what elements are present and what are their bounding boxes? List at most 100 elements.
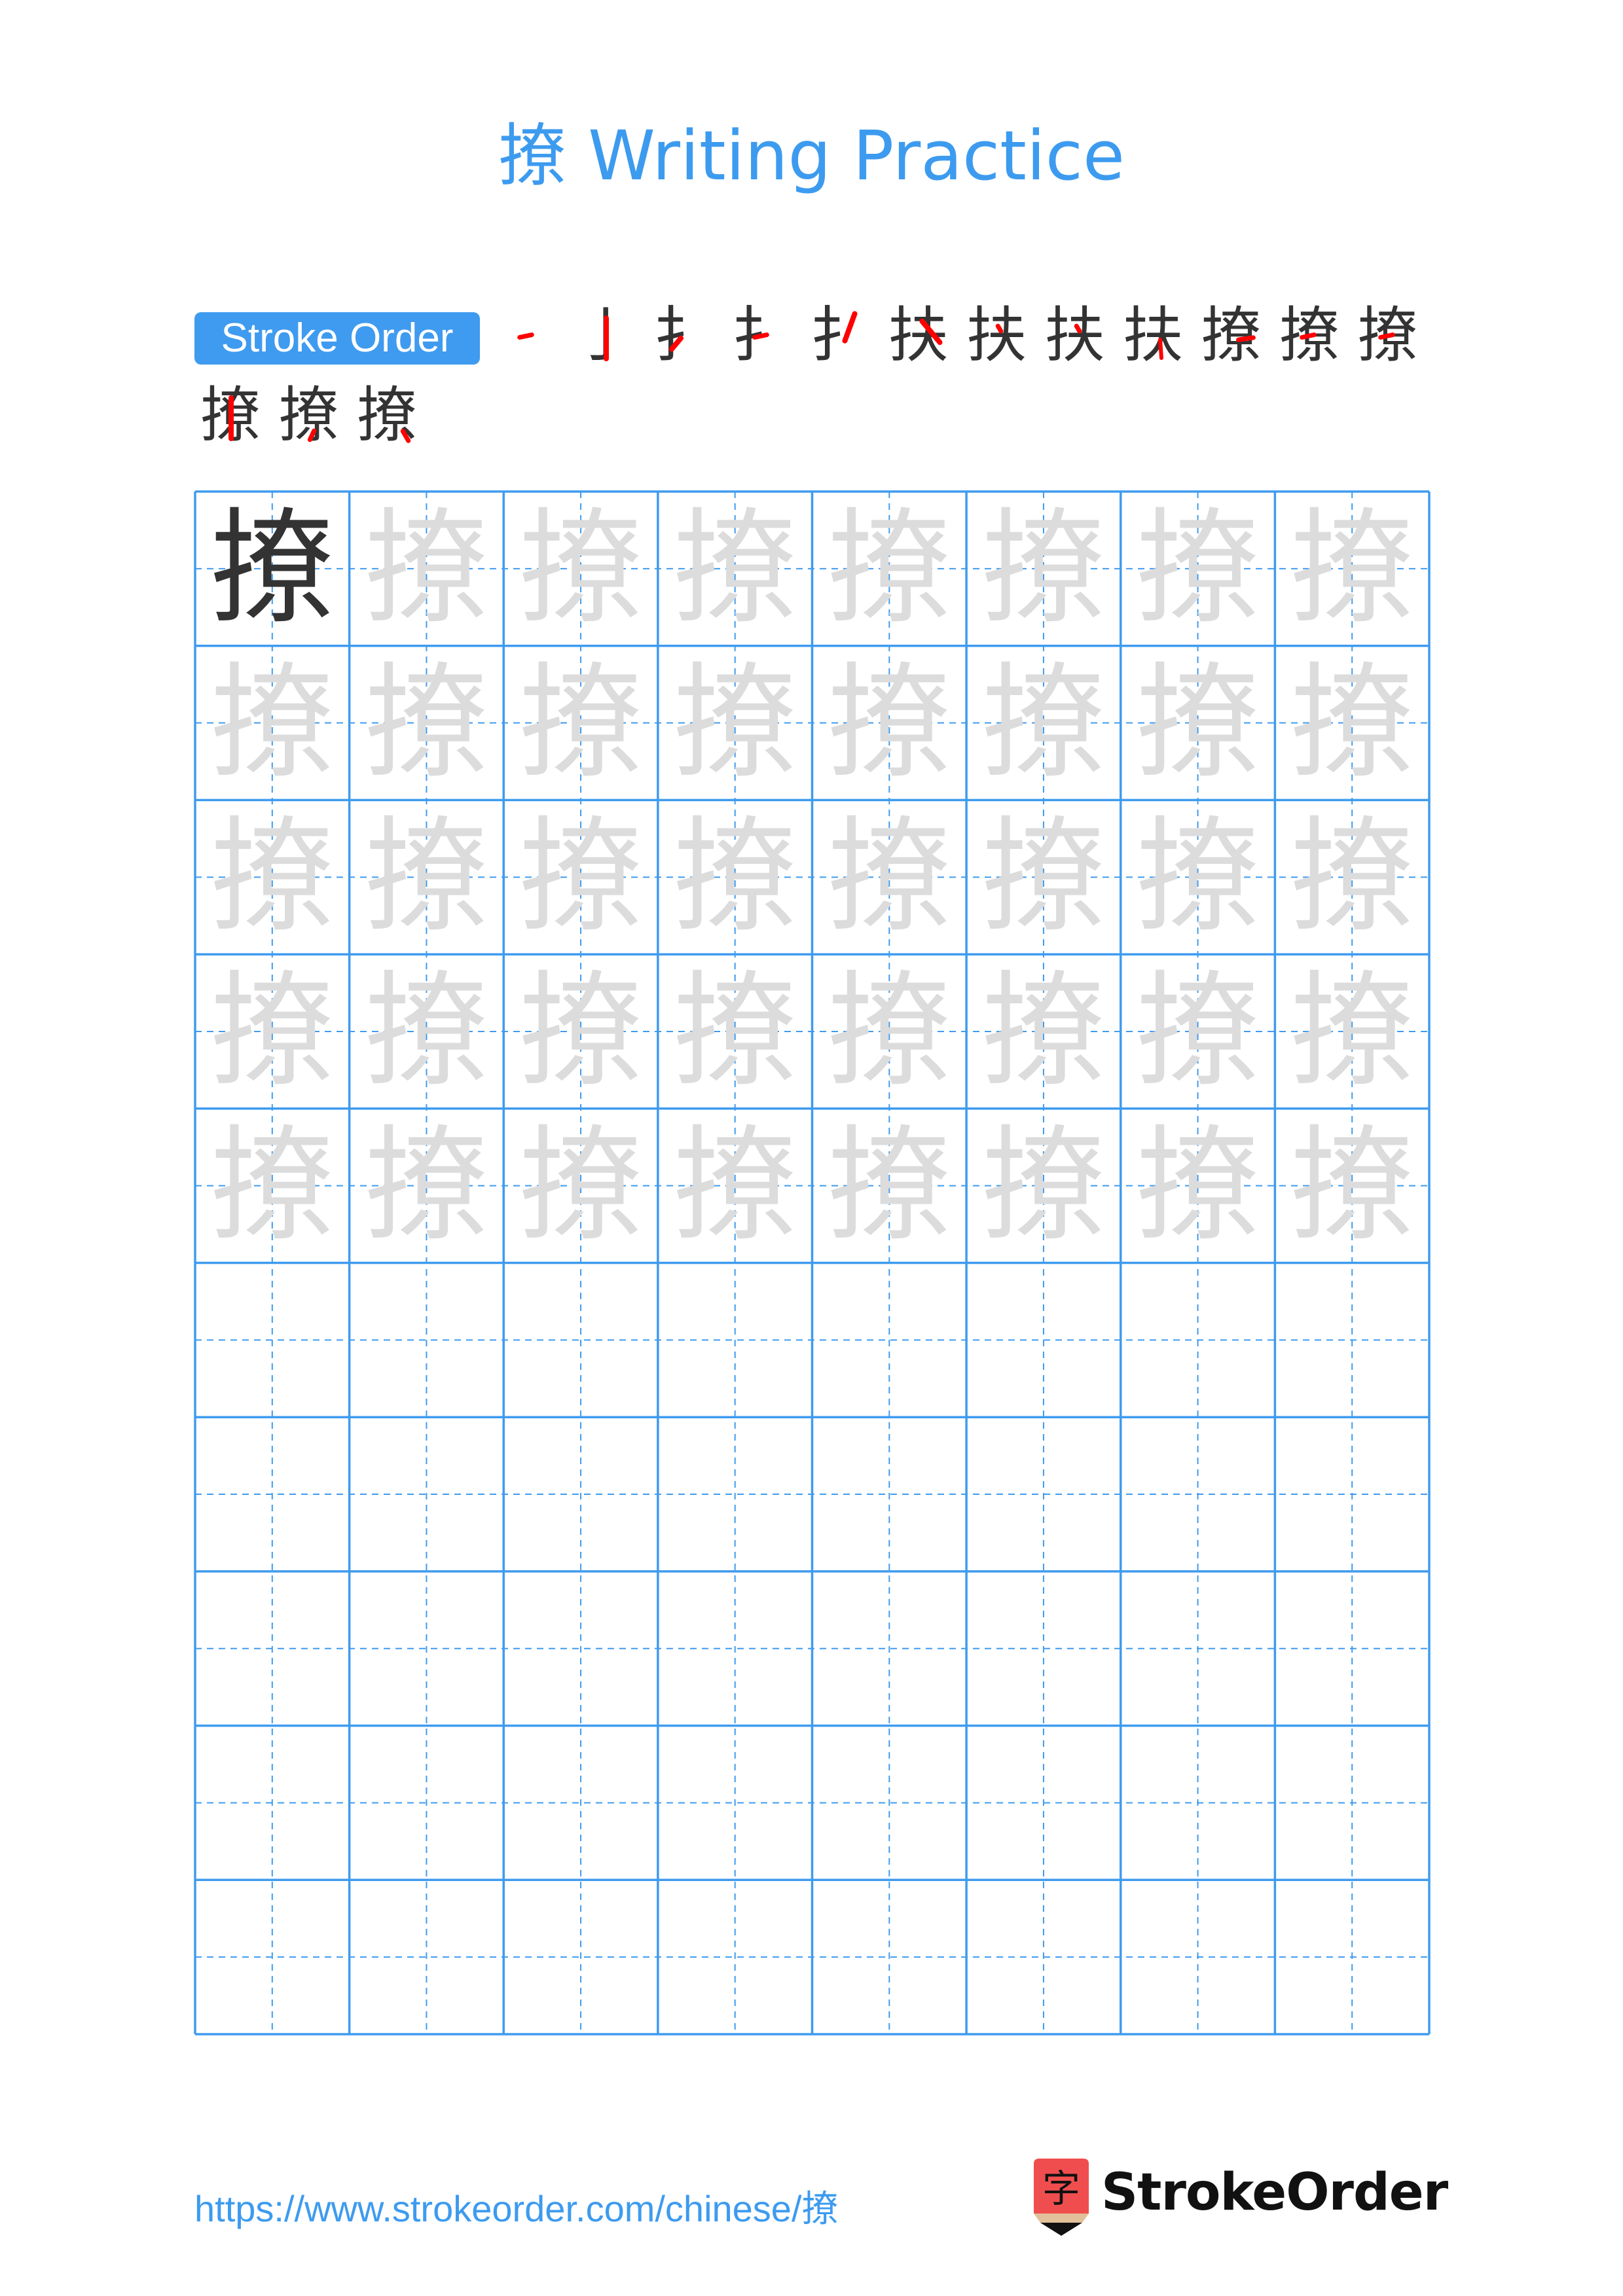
practice-cell[interactable] [1275,1417,1429,1571]
practice-cell[interactable]: 撩 [966,492,1121,646]
practice-cell[interactable]: 撩 [503,1109,658,1263]
stroke-step-glyph: 扶 [888,300,949,370]
practice-cell[interactable] [966,1417,1121,1571]
trace-character: 撩 [981,650,1106,795]
stroke-step-1 [491,300,563,372]
practice-cell[interactable] [195,1726,350,1880]
stroke-step-glyph: 扶 [966,300,1027,370]
practice-cell[interactable] [503,1263,658,1418]
practice-cell[interactable]: 撩 [503,800,658,954]
trace-character: 撩 [672,804,797,950]
practice-cell[interactable] [658,1571,812,1726]
practice-cell[interactable]: 撩 [195,954,350,1109]
practice-cell[interactable] [966,1571,1121,1726]
practice-cell[interactable]: 撩 [503,954,658,1109]
practice-cell[interactable]: 撩 [350,954,504,1109]
practice-cell[interactable]: 撩 [812,646,967,800]
strokeorder-logo[interactable]: 字 [1030,2159,1093,2238]
trace-character: 撩 [981,959,1106,1104]
practice-cell[interactable]: 撩 [195,646,350,800]
practice-cell[interactable]: 撩 [1275,800,1429,954]
practice-cell[interactable] [658,1417,812,1571]
practice-cell[interactable] [812,1880,967,2034]
practice-cell[interactable] [195,1571,350,1726]
practice-cell[interactable] [1275,1726,1429,1880]
stroke-highlight [603,315,609,361]
practice-cell[interactable] [350,1726,504,1880]
practice-cell[interactable]: 撩 [966,646,1121,800]
practice-cell[interactable] [1121,1880,1275,2034]
source-url-link[interactable]: https://www.strokeorder.com/chinese/撩 [194,2179,839,2233]
practice-cell[interactable] [1121,1726,1275,1880]
practice-cell[interactable]: 撩 [1275,492,1429,646]
trace-character: 撩 [364,804,489,950]
practice-cell[interactable]: 撩 [658,1109,812,1263]
practice-cell[interactable] [503,1417,658,1571]
practice-cell[interactable]: 撩 [350,646,504,800]
practice-cell[interactable]: 撩 [503,492,658,646]
stroke-highlight [517,332,535,340]
practice-cell[interactable]: 撩 [1121,646,1275,800]
practice-cell[interactable] [658,1263,812,1418]
practice-cell[interactable] [503,1880,658,2034]
practice-cell[interactable]: 撩 [966,1109,1121,1263]
practice-cell[interactable] [1275,1571,1429,1726]
practice-cell[interactable]: 撩 [966,800,1121,954]
practice-cell[interactable]: 撩 [658,954,812,1109]
practice-cell[interactable]: 撩 [1121,800,1275,954]
practice-cell[interactable]: 撩 [195,492,350,646]
practice-cell[interactable]: 撩 [1275,646,1429,800]
practice-cell[interactable] [1275,1880,1429,2034]
stroke-step-10: 撩 [1195,300,1267,372]
practice-cell[interactable] [658,1880,812,2034]
practice-cell[interactable]: 撩 [812,954,967,1109]
practice-cell[interactable] [658,1726,812,1880]
practice-cell[interactable] [966,1726,1121,1880]
practice-cell[interactable]: 撩 [1275,1109,1429,1263]
practice-cell[interactable] [812,1726,967,1880]
trace-character: 撩 [519,1113,644,1258]
practice-cell[interactable] [503,1726,658,1880]
practice-cell[interactable] [350,1880,504,2034]
trace-character: 撩 [1135,804,1260,950]
practice-cell[interactable] [195,1263,350,1418]
practice-cell[interactable] [195,1417,350,1571]
trace-character: 撩 [1290,1113,1415,1258]
practice-cell[interactable]: 撩 [1121,492,1275,646]
stroke-step-glyph: 扶 [1044,300,1105,370]
practice-cell[interactable] [1121,1571,1275,1726]
practice-cell[interactable]: 撩 [195,800,350,954]
practice-cell[interactable] [966,1263,1121,1418]
practice-cell[interactable]: 撩 [1121,954,1275,1109]
stroke-step-11: 撩 [1273,300,1345,372]
practice-cell[interactable]: 撩 [503,646,658,800]
practice-cell[interactable]: 撩 [966,954,1121,1109]
practice-cell[interactable] [812,1263,967,1418]
practice-cell[interactable] [1121,1263,1275,1418]
practice-cell[interactable] [1275,1263,1429,1418]
practice-cell[interactable]: 撩 [350,492,504,646]
practice-cell[interactable]: 撩 [1275,954,1429,1109]
practice-cell[interactable] [1121,1417,1275,1571]
practice-cell[interactable]: 撩 [350,800,504,954]
practice-cell[interactable] [966,1880,1121,2034]
practice-cell[interactable] [350,1417,504,1571]
practice-cell[interactable]: 撩 [350,1109,504,1263]
practice-cell[interactable]: 撩 [658,646,812,800]
practice-cell[interactable]: 撩 [195,1109,350,1263]
practice-cell[interactable]: 撩 [812,1109,967,1263]
practice-cell[interactable]: 撩 [812,492,967,646]
practice-cell[interactable] [812,1571,967,1726]
stroke-step-8: 扶 [1039,300,1111,372]
trace-character: 撩 [519,959,644,1104]
practice-cell[interactable]: 撩 [1121,1109,1275,1263]
practice-cell[interactable] [350,1263,504,1418]
practice-cell[interactable] [350,1571,504,1726]
practice-cell[interactable] [195,1880,350,2034]
practice-cell[interactable] [503,1571,658,1726]
practice-cell[interactable]: 撩 [658,800,812,954]
practice-cell[interactable]: 撩 [812,800,967,954]
trace-character: 撩 [1290,804,1415,950]
practice-cell[interactable] [812,1417,967,1571]
practice-cell[interactable]: 撩 [658,492,812,646]
